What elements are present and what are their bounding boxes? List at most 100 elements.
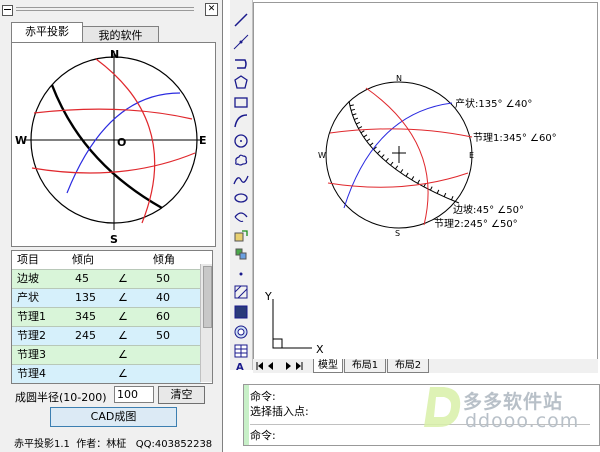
table-row[interactable]: 产状 135 ∠ 40 [12, 289, 201, 308]
slope-tick [400, 169, 404, 173]
hatch-tool-icon[interactable] [233, 284, 249, 300]
ucs-y-label: Y [264, 290, 272, 303]
slope-tick [390, 161, 394, 166]
label-joint2: 节理2:245° ∠50° [434, 218, 518, 230]
table-row[interactable]: 节理2 245 ∠ 50 [12, 327, 201, 346]
cell-dip-angle[interactable]: 50 [156, 270, 170, 288]
west-label: W [15, 134, 27, 147]
table-row[interactable]: 节理4 ∠ [12, 365, 201, 383]
table-tool-icon[interactable] [233, 343, 249, 359]
joint1-great-circle [33, 108, 193, 120]
ellipse-tool-icon[interactable] [233, 190, 249, 206]
line-tool-icon[interactable] [233, 12, 249, 28]
tab-layout1[interactable]: 布局1 [344, 359, 386, 373]
cad-east-label: E [469, 151, 474, 160]
header-dip-direction: 倾向 [72, 253, 94, 266]
cell-dip-direction[interactable]: 135 [75, 289, 96, 307]
cell-dip-angle[interactable]: 40 [156, 289, 170, 307]
polygon-tool-icon[interactable] [233, 74, 249, 90]
slope-tick [369, 142, 374, 146]
stereonet-svg: N S E W O [15, 48, 207, 246]
layout-tab-bar: 模型 布局1 布局2 [253, 359, 598, 373]
watermark-url: ddooo.com [465, 410, 580, 432]
ucs-origin-box [272, 338, 283, 349]
north-label: N [110, 48, 119, 61]
cad-joint2-great-circle-b [365, 87, 429, 226]
cad-draw-button[interactable]: CAD成图 [50, 407, 177, 427]
header-item: 项目 [17, 253, 39, 266]
cell-dip-direction[interactable]: 45 [75, 270, 89, 288]
command-grip [244, 385, 249, 445]
slope-tick [355, 121, 361, 125]
clear-button[interactable]: 清空 [158, 386, 205, 404]
slope-tick-marks [349, 104, 454, 201]
cell-symbol: ∠ [118, 272, 128, 285]
cell-dip-angle[interactable]: 60 [156, 308, 170, 326]
slope-tick [417, 179, 421, 184]
model-space-canvas[interactable]: N S E W 产状:135° ∠40° 节理1:345° ∠60° 边坡:45… [253, 2, 598, 360]
cell-dip-angle[interactable]: 50 [156, 327, 170, 345]
cad-attitude-great-circle [343, 102, 453, 209]
center-label: O [117, 136, 126, 149]
command-line-1: 命令: [250, 390, 276, 403]
slope-tick [349, 104, 354, 107]
cell-symbol: ∠ [118, 310, 128, 323]
tab-model[interactable]: 模型 [313, 359, 343, 373]
cell-item: 节理3 [17, 348, 46, 361]
cad-joint2-great-circle-a [327, 172, 469, 188]
make-block-icon[interactable] [233, 246, 249, 262]
slope-tick [354, 117, 359, 121]
table-row[interactable]: 节理3 ∠ [12, 346, 201, 365]
rectangle-tool-icon[interactable] [233, 94, 249, 110]
south-label: S [110, 233, 118, 246]
region-tool-icon[interactable] [233, 324, 249, 340]
slope-tick [429, 186, 433, 191]
label-joint1: 节理1:345° ∠60° [473, 132, 557, 144]
multiline-text-icon[interactable]: A [233, 362, 249, 370]
tab-layout2[interactable]: 布局2 [387, 359, 429, 373]
cad-joint1-great-circle [329, 128, 473, 138]
cell-item: 节理2 [17, 329, 46, 342]
cad-south-label: S [395, 229, 400, 238]
panel-close-icon[interactable]: ✕ [205, 3, 218, 16]
ellipse-arc-icon[interactable] [233, 209, 249, 225]
insert-block-icon[interactable] [233, 227, 249, 243]
command-window[interactable]: 命令: 选择插入点: 命令: 多多软件站 ddooo.com [243, 384, 600, 446]
spline-tool-icon[interactable] [233, 172, 249, 188]
cad-slope-great-circle [348, 100, 460, 204]
slope-tick [377, 150, 381, 154]
cell-item: 节理1 [17, 310, 46, 323]
slope-tick [366, 138, 371, 142]
panel-minimize-icon[interactable] [2, 5, 13, 16]
polyline-tool-icon[interactable] [233, 56, 249, 72]
slope-tick [450, 196, 454, 201]
draw-toolbar: A [230, 0, 253, 370]
table-row[interactable]: 节理1 345 ∠ 60 [12, 308, 201, 327]
drawing-svg: N S E W 产状:135° ∠40° 节理1:345° ∠60° 边坡:45… [264, 74, 557, 356]
side-panel: ✕ 赤平投影 我的软件 N S E W O 项目 倾向 倾角 边坡 45 ∠ 50 产状… [0, 0, 223, 452]
arc-tool-icon[interactable] [233, 113, 249, 129]
layout-nav-arrows-icon[interactable] [256, 361, 306, 372]
cell-symbol: ∠ [118, 329, 128, 342]
cad-west-label: W [318, 151, 326, 160]
slope-tick [411, 176, 415, 181]
scrollbar-thumb[interactable] [203, 266, 212, 328]
stereonet-preview: N S E W O [11, 42, 216, 247]
radius-input[interactable] [114, 386, 154, 403]
table-row[interactable]: 边坡 45 ∠ 50 [12, 270, 201, 289]
construction-line-icon[interactable] [233, 34, 249, 50]
circle-tool-icon[interactable] [233, 133, 249, 149]
cell-dip-direction[interactable]: 245 [75, 327, 96, 345]
point-tool-icon[interactable] [233, 264, 249, 280]
gradient-tool-icon[interactable] [233, 304, 249, 320]
panel-titlebar[interactable]: ✕ [2, 3, 218, 17]
slope-tick [363, 134, 368, 138]
revision-cloud-icon[interactable] [233, 152, 249, 168]
cell-dip-direction[interactable]: 345 [75, 308, 96, 326]
cell-symbol: ∠ [118, 367, 128, 380]
slope-tick [352, 113, 357, 116]
slope-tick [436, 189, 440, 194]
tab-stereographic[interactable]: 赤平投影 [11, 22, 83, 42]
slope-tick [358, 126, 363, 129]
table-scrollbar[interactable] [200, 264, 212, 382]
